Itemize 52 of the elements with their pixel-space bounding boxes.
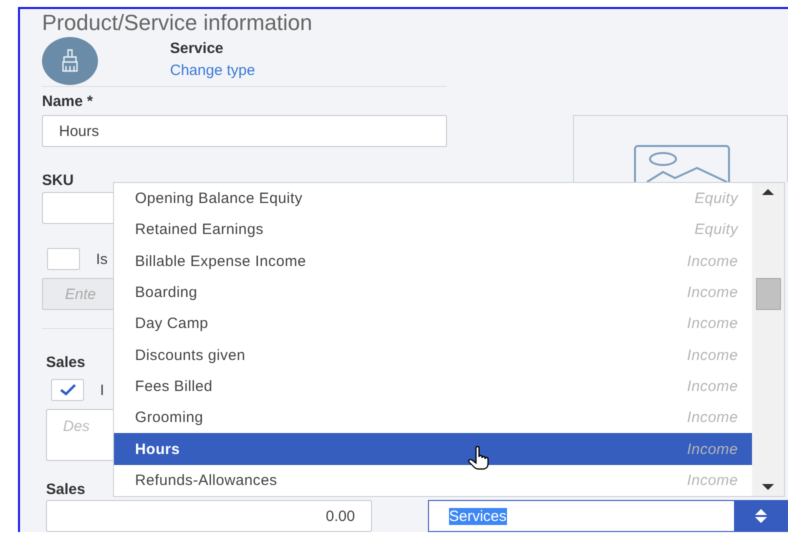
field-label: Sales — [46, 481, 86, 498]
change-type-link[interactable]: Change type — [170, 62, 256, 79]
account-option[interactable]: Refunds-Allowances Income — [114, 464, 752, 496]
account-option[interactable]: Fees Billed Income — [114, 370, 752, 402]
account-option[interactable]: Boarding Income — [114, 276, 752, 308]
account-option[interactable]: Opening Balance Equity Equity — [114, 183, 752, 214]
account-option[interactable]: Retained Earnings Equity — [114, 214, 752, 246]
scroll-down-icon[interactable] — [762, 484, 774, 490]
field-label: SKU — [42, 172, 74, 189]
account-type: Income — [687, 472, 738, 489]
checkbox[interactable] — [47, 248, 80, 270]
account-name: Grooming — [135, 409, 204, 426]
item-type-label: Service — [170, 40, 224, 57]
checkmark-icon — [60, 384, 76, 396]
field-label: Name * — [42, 93, 93, 110]
dropdown-toggle-button[interactable] — [734, 501, 787, 531]
account-name: Opening Balance Equity — [135, 190, 303, 208]
account-type: Equity — [694, 190, 738, 208]
sort-arrows-icon — [754, 509, 766, 523]
account-type: Income — [687, 409, 738, 426]
account-type: Income — [687, 440, 738, 458]
section-heading: Sales — [46, 354, 86, 371]
scroll-up-icon[interactable] — [762, 189, 774, 195]
account-option[interactable]: Grooming Income — [114, 402, 752, 434]
account-type: Equity — [694, 221, 738, 238]
income-account-select[interactable]: Services — [428, 500, 788, 532]
account-name: Hours — [135, 440, 180, 458]
account-type: Income — [687, 346, 738, 364]
account-option[interactable]: Discounts given Income — [114, 339, 752, 371]
account-name: Billable Expense Income — [135, 252, 306, 270]
account-option[interactable]: Billable Expense Income Income — [114, 246, 752, 277]
checkbox-label: Is — [96, 250, 108, 268]
name-field[interactable]: Hours — [42, 115, 447, 147]
account-option[interactable]: Hours Income — [114, 433, 752, 465]
account-type: Income — [687, 315, 738, 332]
account-type: Income — [687, 284, 738, 302]
account-name: Retained Earnings — [135, 221, 264, 238]
account-name: Refunds-Allowances — [135, 472, 278, 489]
scrollbar[interactable] — [752, 183, 784, 496]
account-name: Fees Billed — [135, 378, 213, 395]
image-placeholder-icon — [633, 145, 731, 182]
account-name: Day Camp — [135, 315, 208, 332]
section-title: Product/Service information — [42, 10, 312, 37]
account-name: Discounts given — [135, 346, 246, 364]
account-option[interactable]: Day Camp Income — [114, 308, 752, 340]
checkbox[interactable] — [51, 379, 84, 401]
account-type: Income — [687, 378, 738, 395]
price-field[interactable]: 0.00 — [46, 500, 372, 532]
scrollbar-thumb[interactable] — [756, 278, 780, 310]
checkbox-label: I — [100, 382, 104, 398]
account-type: Income — [687, 252, 738, 270]
account-name: Boarding — [135, 284, 198, 302]
